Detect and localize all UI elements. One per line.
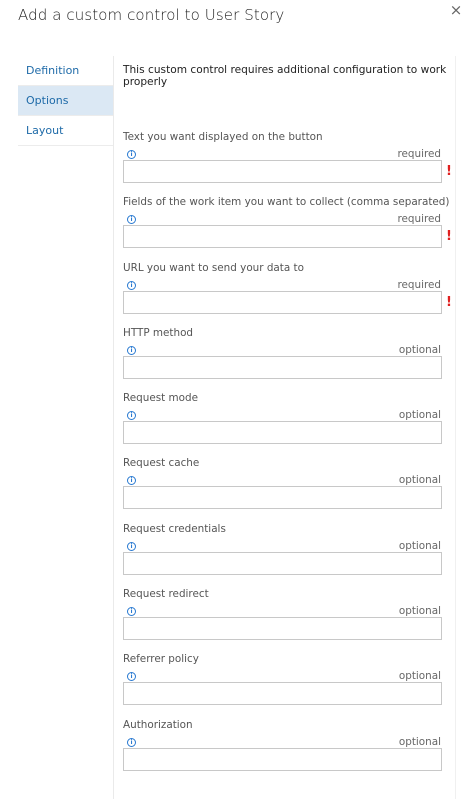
info-icon[interactable]: i	[127, 476, 136, 485]
field-label: Request cache	[123, 457, 200, 469]
info-icon[interactable]: i	[127, 738, 136, 747]
dialog-title: Add a custom control to User Story	[18, 6, 285, 24]
info-icon[interactable]: i	[127, 672, 136, 681]
requirement-label: optional	[398, 670, 441, 682]
info-icon[interactable]: i	[127, 346, 136, 355]
work-item-fields-input[interactable]	[123, 225, 442, 248]
field-work-item-fields: Fields of the work item you want to coll…	[123, 196, 453, 256]
field-label: Authorization	[123, 719, 193, 731]
side-nav: Definition Options Layout	[18, 56, 113, 146]
info-icon[interactable]: i	[127, 215, 136, 224]
field-label: Request mode	[123, 392, 198, 404]
configuration-notice: This custom control requires additional …	[123, 64, 447, 88]
requirement-label: optional	[398, 344, 441, 356]
error-icon: !	[446, 295, 452, 310]
referrer-policy-input[interactable]	[123, 682, 442, 705]
requirement-label: optional	[398, 605, 441, 617]
nav-item-definition[interactable]: Definition	[18, 56, 113, 86]
request-mode-input[interactable]	[123, 421, 442, 444]
info-icon[interactable]: i	[127, 411, 136, 420]
field-request-credentials: Request credentials i optional	[123, 523, 453, 583]
requirement-label: optional	[398, 736, 441, 748]
error-icon: !	[446, 229, 452, 244]
field-request-cache: Request cache i optional	[123, 457, 453, 517]
http-method-input[interactable]	[123, 356, 442, 379]
nav-item-options[interactable]: Options	[18, 86, 113, 116]
field-referrer-policy: Referrer policy i optional	[123, 653, 453, 713]
info-icon[interactable]: i	[127, 607, 136, 616]
close-icon[interactable]: ×	[446, 0, 466, 20]
error-icon: !	[446, 164, 452, 179]
nav-divider	[113, 56, 114, 799]
request-redirect-input[interactable]	[123, 617, 442, 640]
requirement-label: optional	[398, 409, 441, 421]
requirement-label: optional	[398, 474, 441, 486]
requirement-label: required	[397, 213, 441, 225]
field-label: URL you want to send your data to	[123, 262, 304, 274]
requirement-label: required	[397, 148, 441, 160]
info-icon[interactable]: i	[127, 542, 136, 551]
field-request-redirect: Request redirect i optional	[123, 588, 453, 648]
field-label: Fields of the work item you want to coll…	[123, 196, 450, 208]
field-label: Request credentials	[123, 523, 226, 535]
button-text-input[interactable]	[123, 160, 442, 183]
info-icon[interactable]: i	[127, 150, 136, 159]
field-http-method: HTTP method i optional	[123, 327, 453, 387]
right-border	[455, 56, 456, 799]
request-cache-input[interactable]	[123, 486, 442, 509]
field-button-text: Text you want displayed on the button i …	[123, 131, 453, 191]
requirement-label: required	[397, 279, 441, 291]
field-label: Request redirect	[123, 588, 209, 600]
nav-item-layout[interactable]: Layout	[18, 116, 113, 146]
field-label: Text you want displayed on the button	[123, 131, 323, 143]
url-input[interactable]	[123, 291, 442, 314]
field-request-mode: Request mode i optional	[123, 392, 453, 452]
authorization-input[interactable]	[123, 748, 442, 771]
request-credentials-input[interactable]	[123, 552, 442, 575]
field-url: URL you want to send your data to i requ…	[123, 262, 453, 322]
field-label: HTTP method	[123, 327, 194, 339]
info-icon[interactable]: i	[127, 281, 136, 290]
requirement-label: optional	[398, 540, 441, 552]
field-label: Referrer policy	[123, 653, 199, 665]
field-authorization: Authorization i optional	[123, 719, 453, 779]
